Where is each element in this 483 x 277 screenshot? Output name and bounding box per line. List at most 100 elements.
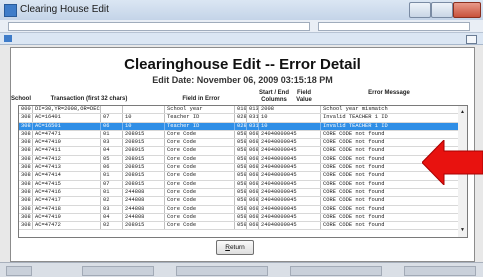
cell-message: Invalid TEACHER 1 ID — [321, 122, 459, 130]
cell-tx3: 244808 — [123, 188, 165, 197]
table-row[interactable]: 000 DI=30,YR=2008,OR=DEC School year 010 013… — [19, 106, 459, 115]
cell-end: 069 — [249, 197, 259, 205]
scroll-up-icon[interactable]: ▲ — [459, 109, 466, 116]
cell-tx2 — [101, 106, 123, 114]
minimize-button[interactable] — [409, 2, 431, 18]
table-row[interactable]: 308 AC=47414 01 208915 Core Code 059 069 240400… — [19, 172, 459, 181]
cell-school: 308 — [19, 164, 33, 172]
toolbar — [0, 20, 483, 33]
cell-start: 059 — [237, 205, 247, 213]
cell-start: 059 — [237, 213, 247, 222]
toolbar-field-1[interactable] — [8, 22, 310, 31]
cell-start: 059 — [237, 155, 247, 164]
cell-message: School year mismatch — [321, 106, 459, 114]
cell-value: 24040000045 — [259, 172, 321, 180]
cell-value: 10 — [259, 122, 321, 130]
cell-value: 24040000045 — [259, 130, 321, 139]
cell-field: Core Code — [165, 205, 235, 213]
cell-end: 069 — [249, 130, 259, 139]
cell-end: 013 — [249, 106, 259, 114]
cell-value: 24040000045 — [259, 188, 321, 197]
cell-tx2: 02 — [101, 222, 123, 230]
cell-field: Core Code — [165, 188, 235, 197]
cell-transaction: AC=16501 — [33, 122, 101, 130]
table-row[interactable]: 308 AC=47471 01 208915 Core Code 059 069 240400… — [19, 130, 459, 140]
restore-icon[interactable] — [466, 35, 477, 44]
cell-end: 069 — [249, 147, 259, 155]
cell-start: 059 — [237, 139, 247, 147]
cell-tx2: 07 — [101, 180, 123, 188]
cell-end: 031 — [249, 122, 259, 130]
cell-tx2: 06 — [101, 164, 123, 172]
cell-tx3: 208915 — [123, 130, 165, 139]
cell-field: Core Code — [165, 180, 235, 188]
table-row[interactable]: 308 AC=47413 06 208915 Core Code 059 069 240400… — [19, 164, 459, 173]
toolbar-field-2[interactable] — [318, 22, 470, 31]
status-segment — [176, 266, 268, 276]
table-row[interactable]: 308 AC=16501 06 10 Teacher ID 028 031 10 Invalid… — [19, 122, 459, 131]
cell-value: 24040000045 — [259, 222, 321, 230]
scroll-down-icon[interactable]: ▼ — [459, 227, 466, 234]
maximize-button[interactable] — [431, 2, 453, 18]
cell-field: Core Code — [165, 147, 235, 155]
cell-message: CORE CODE not found — [321, 205, 459, 213]
table-row[interactable]: 308 AC=47417 02 244808 Core Code 059 069 240400… — [19, 197, 459, 206]
cell-tx3: 10 — [123, 122, 165, 130]
edit-date: Edit Date: November 06, 2009 03:15:18 PM — [152, 75, 333, 85]
cell-tx3: 244808 — [123, 205, 165, 213]
status-segment — [404, 266, 476, 276]
cell-value: 10 — [259, 114, 321, 122]
table-row[interactable]: 308 AC=47415 07 208915 Core Code 059 069 240400… — [19, 180, 459, 189]
cell-school: 308 — [19, 139, 33, 147]
status-bar — [0, 262, 483, 277]
table-row[interactable]: 308 AC=47418 03 244808 Core Code 059 069 240400… — [19, 205, 459, 214]
cell-start: 059 — [237, 222, 247, 230]
cell-field: Teacher ID — [165, 114, 235, 122]
window-title: Clearing House Edit — [20, 4, 109, 15]
cell-transaction: AC=47417 — [33, 197, 101, 205]
cell-field: Core Code — [165, 213, 235, 222]
status-segment — [290, 266, 382, 276]
close-button[interactable] — [453, 2, 481, 18]
cell-field: Core Code — [165, 130, 235, 139]
cell-tx3: 208915 — [123, 139, 165, 147]
window-controls — [409, 2, 481, 18]
cell-tx2: 01 — [101, 130, 123, 139]
cell-start: 059 — [237, 130, 247, 139]
cell-message: CORE CODE not found — [321, 213, 459, 222]
col-header-error-message: Error Message — [368, 90, 410, 96]
cell-transaction: AC=47415 — [33, 180, 101, 188]
cell-tx3: 208915 — [123, 172, 165, 180]
cell-tx2: 06 — [101, 122, 123, 130]
window-titlebar: Clearing House Edit — [0, 0, 483, 21]
return-button[interactable]: Return — [216, 240, 254, 255]
cell-transaction: AC=47416 — [33, 188, 101, 197]
table-row[interactable]: 308 AC=47411 04 208915 Core Code 059 069 240400… — [19, 147, 459, 156]
cell-tx3: 10 — [123, 114, 165, 122]
table-row[interactable]: 308 AC=47412 05 208915 Core Code 059 069 240400… — [19, 155, 459, 165]
cell-tx3: 244808 — [123, 213, 165, 222]
status-segment — [82, 266, 154, 276]
cell-message: CORE CODE not found — [321, 188, 459, 197]
return-button-label: eturn — [229, 244, 245, 251]
cell-transaction: AC=47410 — [33, 139, 101, 147]
cell-message: Invalid TEACHER 1 ID — [321, 114, 459, 122]
table-row[interactable]: 308 AC=47419 04 244808 Core Code 059 069 240400… — [19, 213, 459, 223]
cell-school: 308 — [19, 222, 33, 230]
cell-end: 069 — [249, 188, 259, 197]
cell-school: 308 — [19, 180, 33, 188]
cell-end: 069 — [249, 164, 259, 172]
cell-field: School year — [165, 106, 235, 114]
table-row[interactable]: 308 AC=47416 01 244808 Core Code 059 069 240400… — [19, 188, 459, 198]
cell-field: Teacher ID — [165, 122, 235, 130]
cell-value: 24040000045 — [259, 180, 321, 188]
table-row[interactable]: 308 AC=47410 03 208915 Core Code 059 069 240400… — [19, 139, 459, 148]
cell-end: 069 — [249, 139, 259, 147]
cell-end: 069 — [249, 172, 259, 180]
cell-transaction: AC=47413 — [33, 164, 101, 172]
cell-value: 24040000045 — [259, 139, 321, 147]
cell-start: 010 — [237, 106, 247, 114]
table-row[interactable]: 308 AC=47472 02 208915 Core Code 059 069 240400… — [19, 222, 459, 231]
table-row[interactable]: 308 AC=16401 07 10 Teacher ID 028 031 10 Invalid… — [19, 114, 459, 123]
cell-transaction: DI=30,YR=2008,OR=DEC — [35, 106, 101, 114]
